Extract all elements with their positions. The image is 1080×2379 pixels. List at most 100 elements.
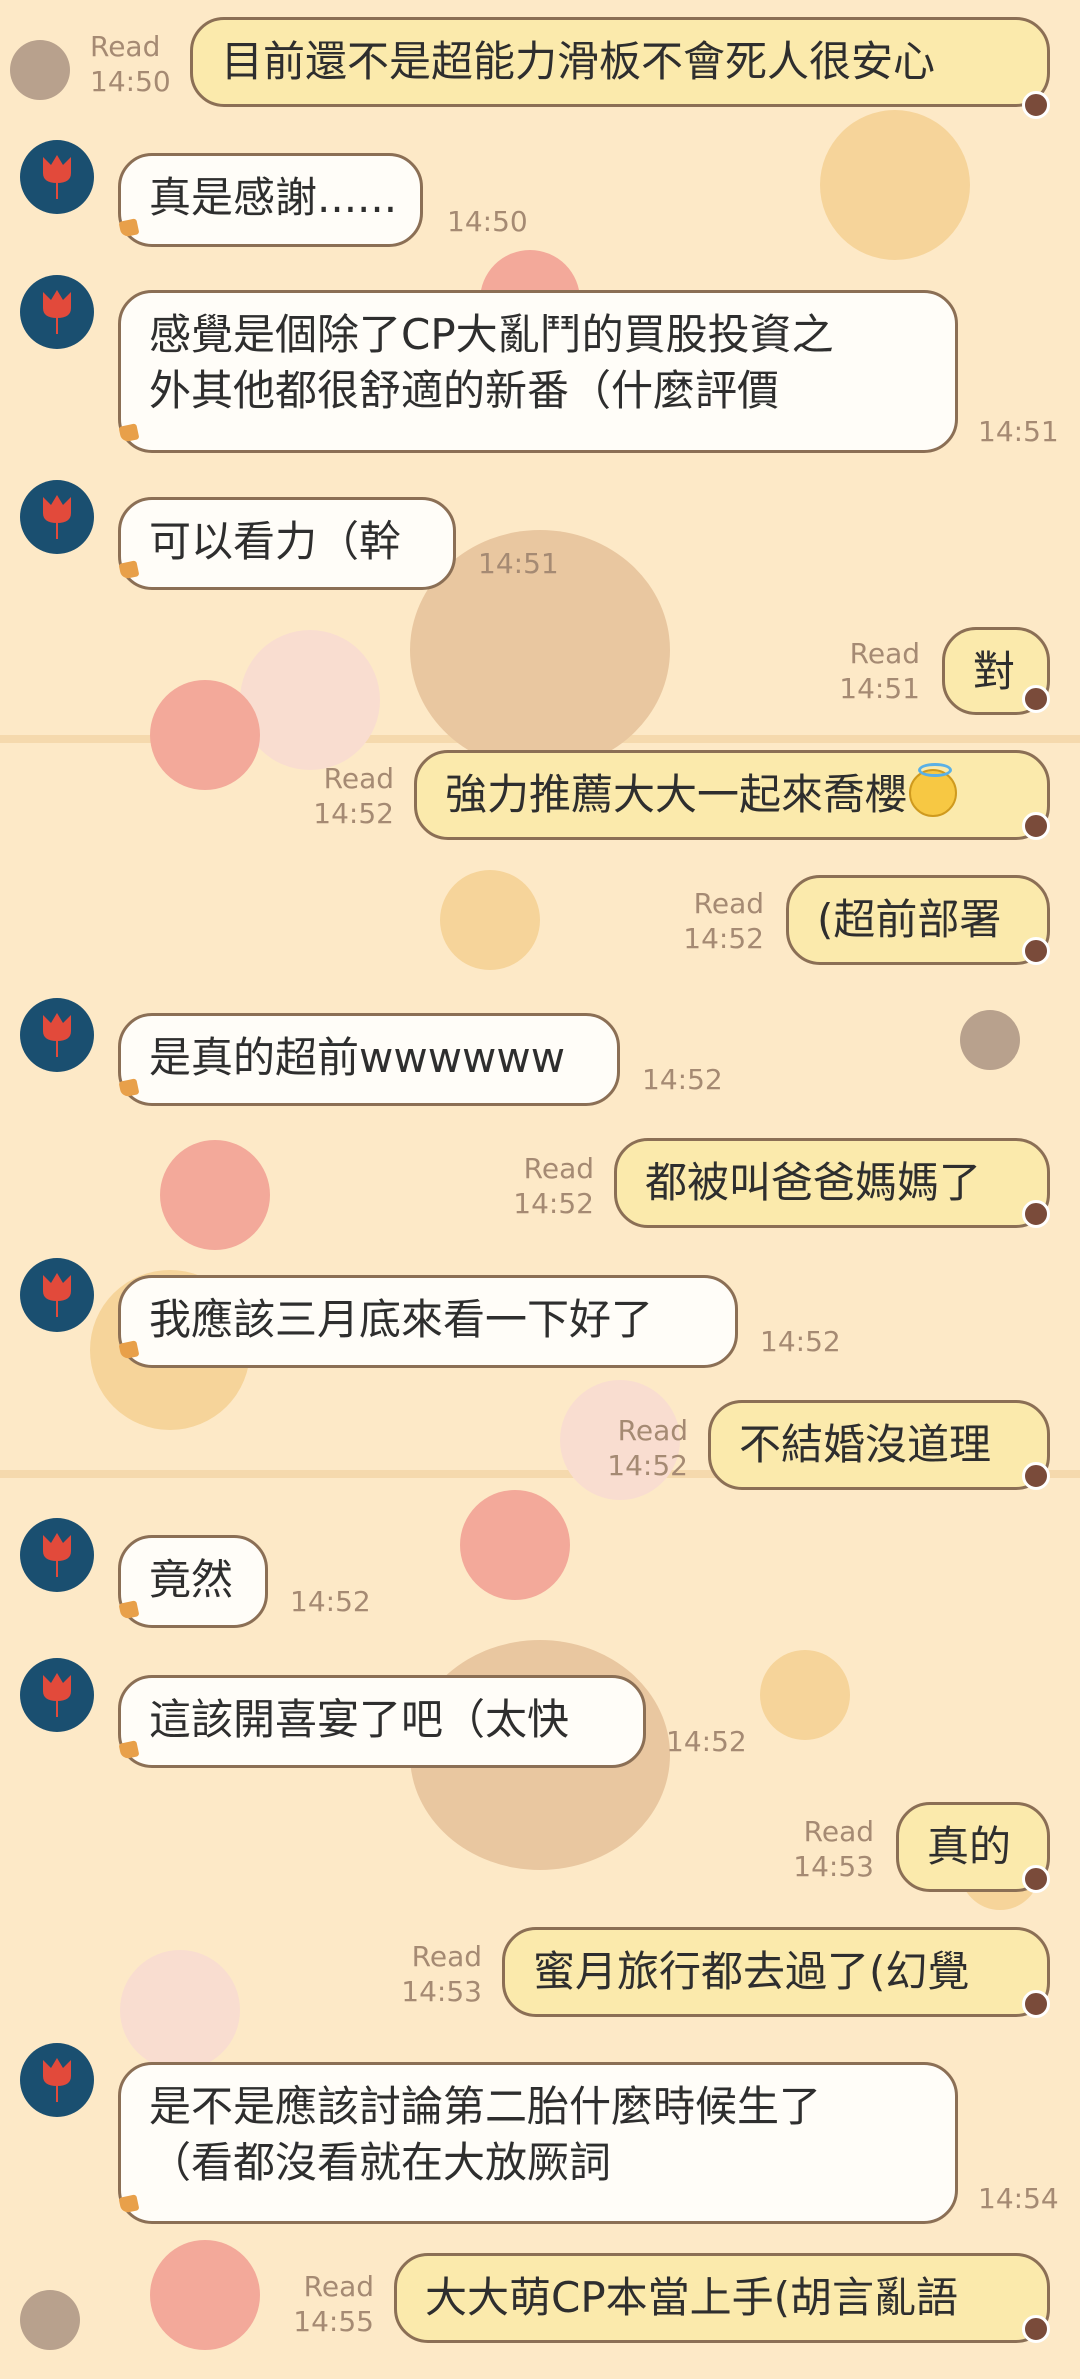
message-bubble[interactable]: 都被叫爸爸媽媽了 bbox=[614, 1138, 1050, 1228]
message-text: 這該開喜宴了吧（太快 bbox=[149, 1695, 570, 1744]
message-bubble[interactable]: 真是感謝...... bbox=[118, 153, 423, 247]
message-bubble[interactable]: 強力推薦大大一起來喬櫻 bbox=[414, 750, 1050, 840]
message-row-outgoing: Read 14:53 真的 bbox=[0, 1800, 1080, 1895]
message-text: 我應該三月底來看一下好了 bbox=[149, 1295, 654, 1344]
sticker-tag-icon bbox=[1022, 937, 1050, 965]
contact-avatar[interactable] bbox=[20, 1518, 94, 1592]
message-row-outgoing: Read 14:50 目前還不是超能力滑板不會死人很安心 bbox=[0, 15, 1080, 119]
message-time: 14:51 bbox=[478, 547, 559, 580]
message-text: 強力推薦大大一起來喬櫻 bbox=[445, 770, 908, 819]
red-tulip-icon bbox=[43, 495, 71, 539]
message-time: 14:51 bbox=[978, 415, 1059, 448]
message-text: (超前部署 bbox=[817, 895, 1002, 944]
message-time: 14:52 bbox=[313, 797, 394, 830]
red-tulip-icon bbox=[43, 1673, 71, 1717]
message-text: 真的 bbox=[927, 1822, 1012, 1871]
message-text: 真是感謝...... bbox=[149, 173, 398, 222]
message-time: 14:52 bbox=[666, 1725, 747, 1758]
message-time: 14:54 bbox=[978, 2182, 1059, 2215]
contact-avatar[interactable] bbox=[20, 2043, 94, 2117]
message-bubble[interactable]: 我應該三月底來看一下好了 bbox=[118, 1275, 738, 1368]
read-receipt: Read bbox=[617, 1414, 688, 1447]
read-receipt: Read bbox=[323, 762, 394, 795]
red-tulip-icon bbox=[43, 1013, 71, 1057]
message-time: 14:52 bbox=[683, 922, 764, 955]
read-receipt: Read bbox=[523, 1152, 594, 1185]
message-text-line: （看都沒看就在大放厥詞 bbox=[149, 2138, 612, 2187]
red-tulip-icon bbox=[43, 2058, 71, 2102]
message-time: 14:52 bbox=[760, 1325, 841, 1358]
message-bubble[interactable]: (超前部署 bbox=[786, 875, 1050, 965]
read-receipt: Read bbox=[693, 887, 764, 920]
contact-avatar[interactable] bbox=[20, 998, 94, 1072]
message-bubble[interactable]: 竟然 bbox=[118, 1535, 268, 1628]
read-receipt: Read bbox=[849, 637, 920, 670]
message-text: 大大萌CP本當上手(胡言亂語 bbox=[425, 2273, 959, 2322]
message-bubble[interactable]: 可以看力（幹 bbox=[118, 497, 456, 590]
contact-avatar[interactable] bbox=[20, 275, 94, 349]
sticker-tag-icon bbox=[1022, 1865, 1050, 1893]
message-text: 蜜月旅行都去過了(幻覺 bbox=[533, 1947, 970, 1996]
message-time: 14:53 bbox=[793, 1850, 874, 1883]
message-time: 14:50 bbox=[90, 65, 171, 98]
smiling-face-with-halo-icon bbox=[909, 763, 958, 817]
message-row-incoming: 是不是應該討論第二胎什麼時候生了 （看都沒看就在大放厥詞 14:54 bbox=[0, 2040, 1080, 2230]
message-bubble[interactable]: 感覺是個除了CP大亂鬥的買股投資之 外其他都很舒適的新番（什麼評價 bbox=[118, 290, 958, 453]
message-text-line: 感覺是個除了CP大亂鬥的買股投資之 bbox=[149, 310, 834, 359]
red-tulip-icon bbox=[43, 1273, 71, 1317]
message-row-outgoing: Read 14:52 都被叫爸爸媽媽了 bbox=[0, 1135, 1080, 1230]
message-row-incoming: 感覺是個除了CP大亂鬥的買股投資之 外其他都很舒適的新番（什麼評價 14:51 bbox=[0, 270, 1080, 460]
message-row-incoming: 可以看力（幹 14:51 bbox=[0, 477, 1080, 597]
message-text: 是真的超前wwwwww bbox=[149, 1033, 566, 1082]
message-text: 可以看力（幹 bbox=[149, 517, 402, 566]
message-bubble[interactable]: 是不是應該討論第二胎什麼時候生了 （看都沒看就在大放厥詞 bbox=[118, 2062, 958, 2224]
message-row-outgoing: Read 14:52 強力推薦大大一起來喬櫻 bbox=[0, 750, 1080, 845]
message-text: 竟然 bbox=[149, 1555, 234, 1604]
contact-avatar[interactable] bbox=[20, 1658, 94, 1732]
message-time: 14:53 bbox=[401, 1975, 482, 2008]
message-time: 14:52 bbox=[642, 1063, 723, 1096]
red-tulip-icon bbox=[43, 155, 71, 199]
message-row-incoming: 竟然 14:52 bbox=[0, 1515, 1080, 1635]
sticker-tag-icon bbox=[1022, 1462, 1050, 1490]
sticker-tag-icon bbox=[1022, 91, 1050, 119]
red-tulip-icon bbox=[43, 1533, 71, 1577]
contact-avatar[interactable] bbox=[20, 1258, 94, 1332]
message-bubble[interactable]: 不結婚沒道理 bbox=[708, 1400, 1050, 1490]
red-tulip-icon bbox=[43, 290, 71, 334]
read-receipt: Read bbox=[411, 1940, 482, 1973]
message-text-line: 是不是應該討論第二胎什麼時候生了 bbox=[149, 2082, 822, 2131]
message-bubble[interactable]: 這該開喜宴了吧（太快 bbox=[118, 1675, 646, 1768]
contact-avatar[interactable] bbox=[20, 480, 94, 554]
message-text: 對 bbox=[973, 647, 1016, 696]
message-row-outgoing: Read 14:51 對 bbox=[0, 625, 1080, 720]
message-row-outgoing: Read 14:55 大大萌CP本當上手(胡言亂語 bbox=[0, 2250, 1080, 2345]
message-row-outgoing: Read 14:52 (超前部署 bbox=[0, 875, 1080, 970]
message-text: 不結婚沒道理 bbox=[739, 1420, 992, 1469]
read-receipt: Read bbox=[803, 1815, 874, 1848]
message-text: 目前還不是超能力滑板不會死人很安心 bbox=[221, 37, 936, 86]
message-row-incoming: 我應該三月底來看一下好了 14:52 bbox=[0, 1255, 1080, 1375]
contact-avatar[interactable] bbox=[20, 140, 94, 214]
sticker-tag-icon bbox=[1022, 685, 1050, 713]
message-row-incoming: 真是感謝...... 14:50 bbox=[0, 130, 1080, 250]
sticker-tag-icon bbox=[1022, 2315, 1050, 2343]
message-text-line: 外其他都很舒適的新番（什麼評價 bbox=[149, 366, 780, 415]
message-row-outgoing: Read 14:52 不結婚沒道理 bbox=[0, 1397, 1080, 1492]
message-bubble[interactable]: 蜜月旅行都去過了(幻覺 bbox=[502, 1927, 1050, 2017]
message-bubble[interactable]: 目前還不是超能力滑板不會死人很安心 bbox=[190, 17, 1050, 107]
message-row-incoming: 是真的超前wwwwww 14:52 bbox=[0, 995, 1080, 1115]
message-row-incoming: 這該開喜宴了吧（太快 14:52 bbox=[0, 1655, 1080, 1775]
message-time: 14:55 bbox=[293, 2305, 374, 2338]
sticker-tag-icon bbox=[1022, 1200, 1050, 1228]
sticker-tag-icon bbox=[1022, 1990, 1050, 2018]
message-bubble[interactable]: 大大萌CP本當上手(胡言亂語 bbox=[394, 2253, 1050, 2343]
read-receipt: Read bbox=[90, 30, 161, 63]
read-receipt: Read bbox=[303, 2270, 374, 2303]
message-time: 14:52 bbox=[513, 1187, 594, 1220]
message-text: 都被叫爸爸媽媽了 bbox=[645, 1158, 982, 1207]
message-bubble[interactable]: 是真的超前wwwwww bbox=[118, 1013, 620, 1106]
chat-message-list[interactable]: Read 14:50 目前還不是超能力滑板不會死人很安心 真是感謝...... … bbox=[0, 0, 1080, 2379]
message-time: 14:52 bbox=[290, 1585, 371, 1618]
sticker-tag-icon bbox=[1022, 812, 1050, 840]
